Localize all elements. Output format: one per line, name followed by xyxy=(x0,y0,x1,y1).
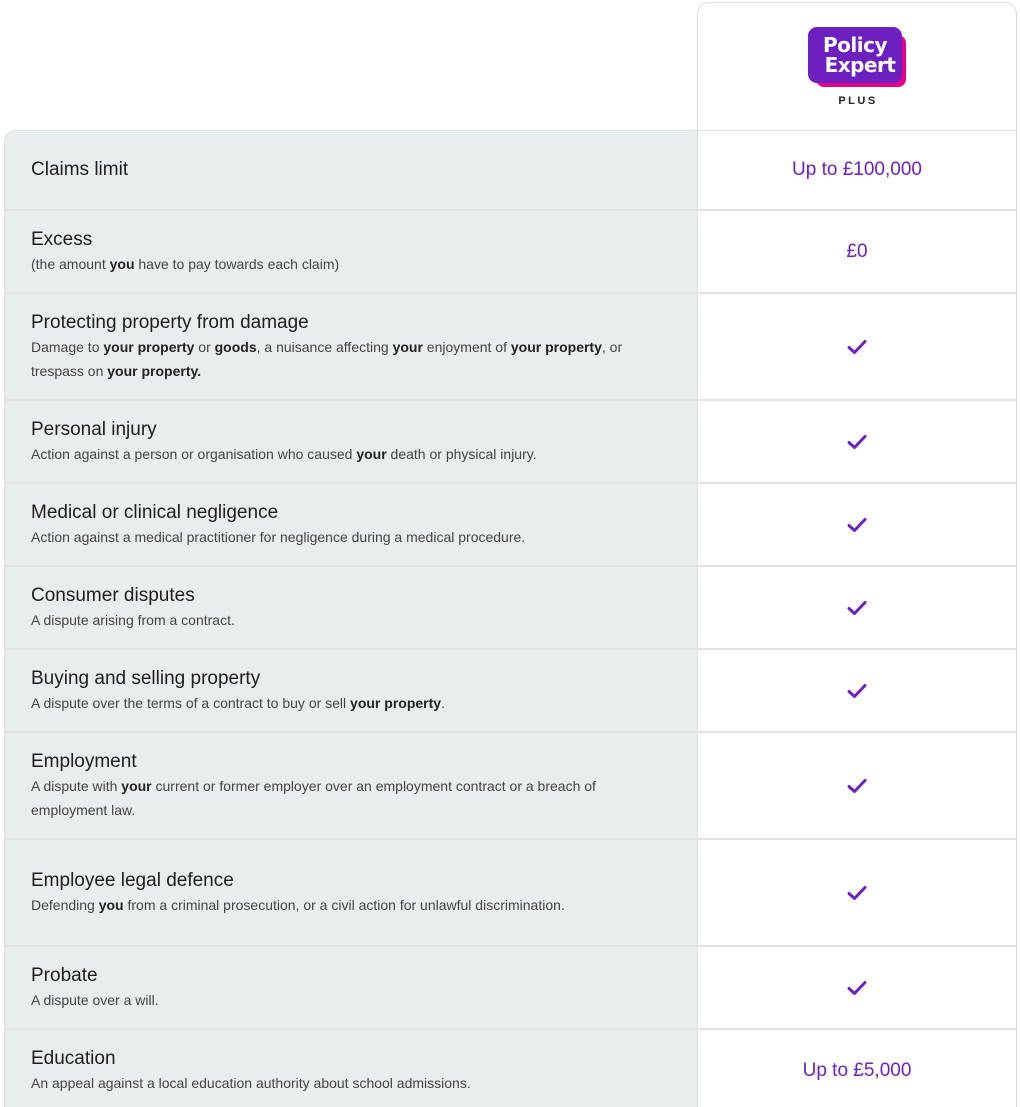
row-label-cell: Buying and selling property A dispute ove… xyxy=(5,650,698,731)
row-value-cell: Up to £100,000 xyxy=(698,131,1016,209)
logo-badge: Policy Expert xyxy=(808,27,902,83)
description-emphasis: your property xyxy=(103,338,195,355)
description-text: death or physical injury. xyxy=(386,445,537,462)
description-text: enjoyment of xyxy=(422,338,511,355)
row-label-cell: Education An appeal against a local educa… xyxy=(5,1030,698,1107)
row-description: Action against a person or organisation … xyxy=(31,442,657,466)
coverage-value: Up to £5,000 xyxy=(802,1059,912,1081)
row-description: A dispute with your current or former em… xyxy=(31,774,657,822)
description-text: Damage to xyxy=(31,338,104,355)
description-emphasis: your xyxy=(121,777,152,794)
description-emphasis: your property xyxy=(350,694,442,711)
description-emphasis: goods xyxy=(214,338,257,355)
row-title: Employment xyxy=(31,750,137,772)
logo-text-line2: Expert xyxy=(824,53,896,77)
check-icon xyxy=(847,778,867,793)
check-icon xyxy=(847,517,867,532)
description-emphasis: your property. xyxy=(107,362,202,379)
description-text: A dispute arising from a contract. xyxy=(31,611,235,628)
row-title: Consumer disputes xyxy=(31,584,195,606)
row-label-cell: Employment A dispute with your current or… xyxy=(5,733,698,838)
row-title: Education xyxy=(31,1047,116,1069)
description-text: from a criminal prosecution, or a civil … xyxy=(123,896,565,913)
row-label-cell: Probate A dispute over a will. xyxy=(5,947,698,1028)
description-text: (the amount xyxy=(31,255,110,272)
row-value-cell: Up to £5,000 xyxy=(698,1030,1016,1107)
description-text: Action against a person or organisation … xyxy=(31,445,357,462)
description-text: have to pay towards each claim) xyxy=(134,255,340,272)
row-value-cell xyxy=(698,567,1016,648)
row-value-cell xyxy=(698,733,1016,838)
row-title: Probate xyxy=(31,964,98,986)
row-value-cell xyxy=(698,650,1016,731)
row-label-cell: Excess (the amount you have to pay toward… xyxy=(5,211,698,292)
description-text: A dispute over a will. xyxy=(31,991,159,1008)
description-text: . xyxy=(441,694,445,711)
table-row: Consumer disputes A dispute arising from … xyxy=(5,567,1016,650)
table-row: Education An appeal against a local educa… xyxy=(5,1030,1016,1107)
table-row: Medical or clinical negligence Action aga… xyxy=(5,484,1016,567)
row-label-cell: Personal injury Action against a person o… xyxy=(5,401,698,482)
description-text: Defending xyxy=(31,896,99,913)
row-title: Excess xyxy=(31,228,93,250)
description-text: Action against a medical practitioner fo… xyxy=(31,528,526,545)
coverage-table: Claims limit Up to £100,000 Excess (the amo… xyxy=(4,130,1017,1107)
row-value-cell xyxy=(698,840,1016,945)
check-icon xyxy=(847,339,867,354)
plan-header: Policy Expert PLUS xyxy=(697,2,1017,132)
table-row: Probate A dispute over a will. xyxy=(5,947,1016,1030)
table-row: Employment A dispute with your current or… xyxy=(5,733,1016,840)
check-icon xyxy=(847,885,867,900)
description-emphasis: you xyxy=(98,896,124,913)
row-title: Medical or clinical negligence xyxy=(31,501,279,523)
check-icon xyxy=(847,434,867,449)
table-row: Protecting property from damage Damage to… xyxy=(5,294,1016,401)
coverage-value: Up to £100,000 xyxy=(792,159,922,180)
check-icon xyxy=(847,600,867,615)
row-label-cell: Consumer disputes A dispute arising from … xyxy=(5,567,698,648)
table-row: Employee legal defence Defending you from… xyxy=(5,840,1016,947)
description-emphasis: you xyxy=(109,255,135,272)
row-title: Claims limit xyxy=(31,159,129,180)
row-title: Buying and selling property xyxy=(31,667,261,689)
row-title: Personal injury xyxy=(31,418,157,440)
row-description: A dispute over the terms of a contract t… xyxy=(31,691,657,715)
row-value-cell xyxy=(698,947,1016,1028)
row-title: Employee legal defence xyxy=(31,869,234,891)
row-title: Protecting property from damage xyxy=(31,311,309,333)
row-value-cell xyxy=(698,401,1016,482)
description-emphasis: your xyxy=(356,445,387,462)
row-label-cell: Employee legal defence Defending you from… xyxy=(5,840,698,945)
table-row: Personal injury Action against a person o… xyxy=(5,401,1016,484)
row-label-cell: Medical or clinical negligence Action aga… xyxy=(5,484,698,565)
description-emphasis: your property xyxy=(510,338,602,355)
description-text: or xyxy=(194,338,215,355)
row-description: Action against a medical practitioner fo… xyxy=(31,525,657,549)
row-description: A dispute arising from a contract. xyxy=(31,608,657,632)
logo-text-line1: Policy xyxy=(822,33,888,57)
plan-name: PLUS xyxy=(838,95,878,107)
row-value-cell xyxy=(698,294,1016,399)
policy-expert-logo: Policy Expert xyxy=(808,27,908,93)
description-text: A dispute over the terms of a contract t… xyxy=(31,694,351,711)
check-icon xyxy=(847,980,867,995)
check-icon xyxy=(847,683,867,698)
description-emphasis: your xyxy=(392,338,423,355)
coverage-value: £0 xyxy=(846,240,868,262)
row-value-cell xyxy=(698,484,1016,565)
row-label-cell: Claims limit xyxy=(5,131,698,209)
row-description: A dispute over a will. xyxy=(31,988,657,1012)
row-description: An appeal against a local education auth… xyxy=(31,1071,657,1095)
row-description: Defending you from a criminal prosecutio… xyxy=(31,893,657,917)
description-text: An appeal against a local education auth… xyxy=(31,1074,471,1091)
row-description: (the amount you have to pay towards each… xyxy=(31,252,657,276)
description-text: A dispute with xyxy=(31,777,122,794)
row-value-cell: £0 xyxy=(698,211,1016,292)
description-text: , a nuisance affecting xyxy=(256,338,393,355)
row-label-cell: Protecting property from damage Damage to… xyxy=(5,294,698,399)
table-row: Excess (the amount you have to pay toward… xyxy=(5,211,1016,294)
row-description: Damage to your property or goods, a nuis… xyxy=(31,335,657,383)
table-row: Buying and selling property A dispute ove… xyxy=(5,650,1016,733)
table-row: Claims limit Up to £100,000 xyxy=(5,131,1016,211)
